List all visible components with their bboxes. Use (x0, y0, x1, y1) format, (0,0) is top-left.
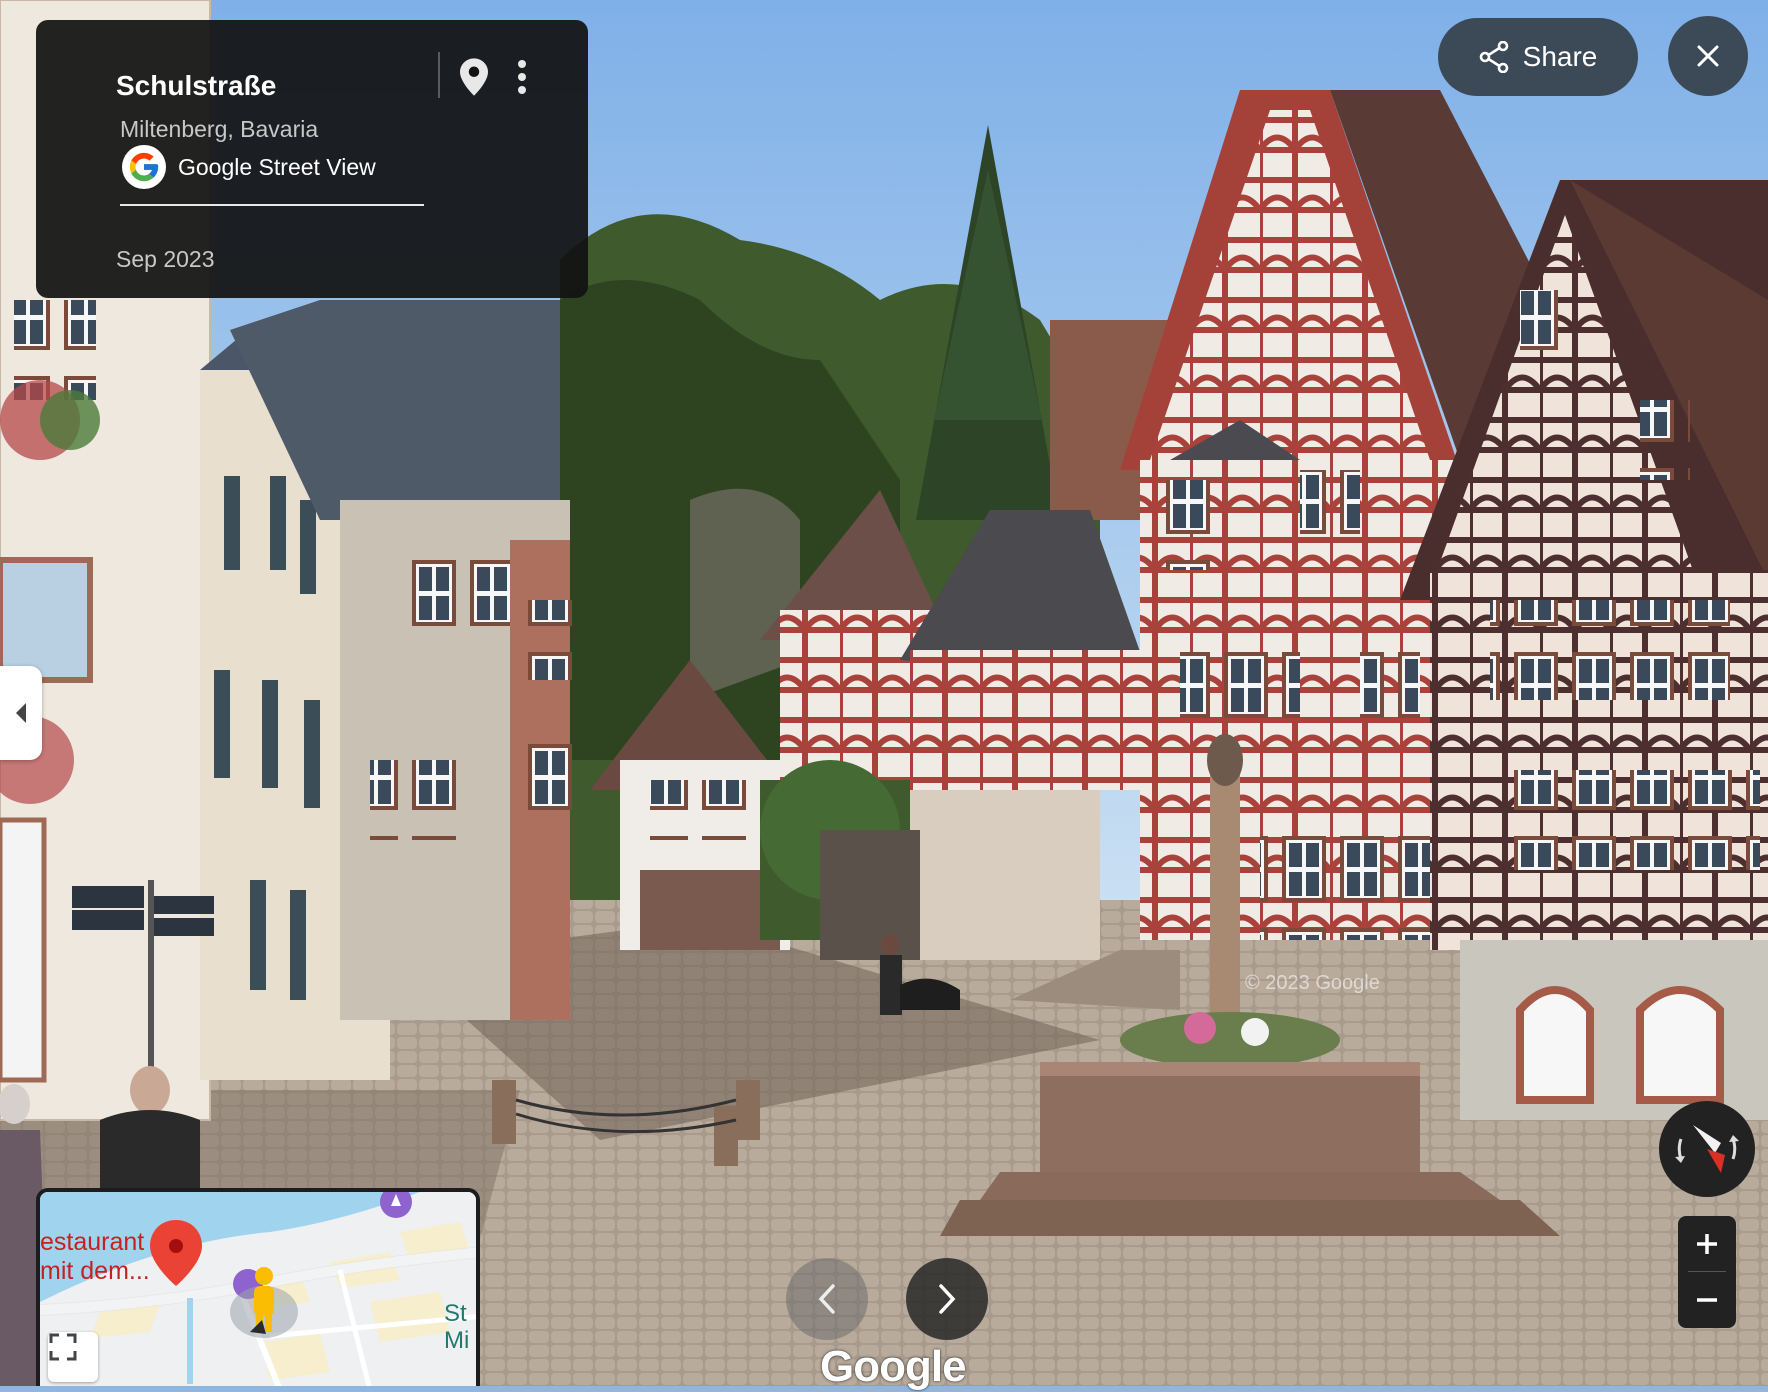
chevron-right-icon (939, 1284, 956, 1314)
map-edge-label-line1: St (444, 1300, 467, 1327)
plus-icon (1697, 1233, 1717, 1254)
close-button[interactable] (1668, 16, 1748, 96)
location-subtitle[interactable]: Miltenberg, Bavaria (120, 116, 318, 143)
street-view-source-link[interactable]: Google Street View (122, 144, 376, 190)
map-poi-label-line1: estaurant (40, 1228, 145, 1256)
minimap[interactable]: estaurant mit dem... St Mi (36, 1188, 480, 1386)
location-title: Schulstraße (116, 70, 277, 101)
zoom-out-button[interactable] (1678, 1272, 1736, 1327)
close-icon (1697, 45, 1719, 67)
source-label: Google Street View (178, 153, 376, 180)
next-photo-button[interactable] (906, 1258, 988, 1340)
more-vert-icon (518, 60, 526, 94)
scene-copyright-watermark: © 2023 Google (1245, 972, 1380, 994)
map-poi-label-edge[interactable]: St Mi (444, 1300, 469, 1354)
show-on-map-button[interactable] (454, 54, 494, 100)
capture-date[interactable]: Sep 2023 (116, 246, 214, 273)
chevron-left-icon (16, 703, 26, 723)
map-edge-label-line2: Mi (444, 1327, 470, 1354)
share-icon (1479, 41, 1508, 73)
zoom-control (1678, 1216, 1736, 1328)
google-watermark: Google (820, 1342, 967, 1391)
fullscreen-icon (49, 1333, 77, 1361)
zoom-in-button[interactable] (1678, 1216, 1736, 1271)
card-underline (120, 204, 424, 206)
google-logo-icon (122, 145, 166, 189)
minus-icon (1697, 1297, 1717, 1302)
share-label: Share (1522, 41, 1598, 72)
map-poi-label-restaurant[interactable]: estaurant mit dem... (40, 1228, 150, 1286)
location-pin-icon (460, 58, 488, 96)
map-poi-label-line2: mit dem... (40, 1257, 150, 1285)
location-info-card: Schulstraße Miltenberg, Bavaria Google S… (36, 20, 588, 298)
chevron-left-icon (818, 1284, 835, 1314)
compass-button[interactable] (1659, 1101, 1755, 1197)
compass-icon (1675, 1125, 1739, 1173)
card-divider (438, 52, 440, 98)
share-button[interactable]: Share (1438, 18, 1638, 96)
expand-map-button[interactable] (48, 1332, 98, 1382)
minimap-canvas (40, 1192, 476, 1386)
more-options-button[interactable] (504, 54, 540, 100)
collapse-panel-button[interactable] (0, 666, 42, 760)
previous-photo-button[interactable] (786, 1258, 868, 1340)
